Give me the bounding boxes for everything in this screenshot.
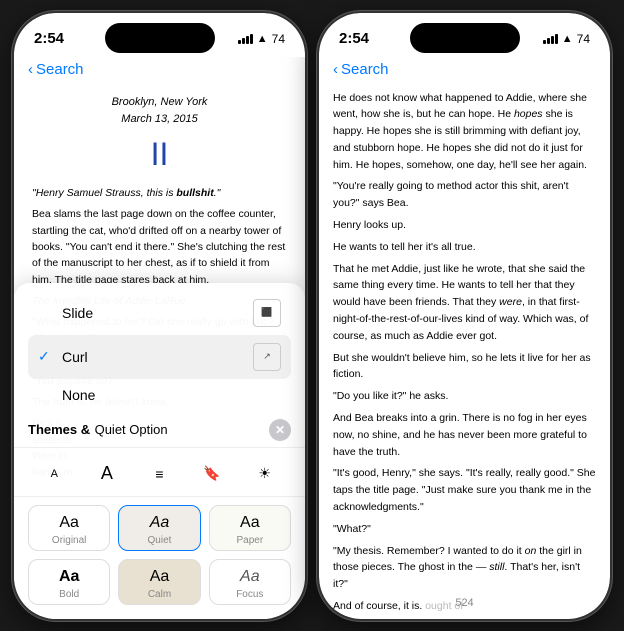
font-increase-button[interactable]: A xyxy=(89,456,125,492)
left-time: 2:54 xyxy=(34,30,64,47)
slide-option-slide[interactable]: Slide ⬛ xyxy=(28,291,291,335)
calm-text: Aa xyxy=(150,568,170,586)
chapter-number: II xyxy=(32,130,287,180)
bold-label: Bold xyxy=(59,589,79,600)
themes-options: Quiet Option xyxy=(95,422,168,437)
right-dynamic-island xyxy=(410,23,520,53)
bar2 xyxy=(242,38,245,44)
dynamic-island xyxy=(105,23,215,53)
r-para-4: He wants to tell her it's all true. xyxy=(333,239,596,256)
theme-tile-focus[interactable]: Aa Focus xyxy=(209,559,291,605)
right-back-label: Search xyxy=(341,61,389,78)
curl-label: Curl xyxy=(62,349,88,365)
quiet-text: Aa xyxy=(150,514,170,532)
r-bar1 xyxy=(543,40,546,44)
r-bar4 xyxy=(555,34,558,44)
r-para-8: And Bea breaks into a grin. There is no … xyxy=(333,410,596,460)
original-text: Aa xyxy=(59,514,79,532)
left-phone-inner: 2:54 ▲ 74 ‹ Search xyxy=(14,13,305,619)
themes-title-group: Themes & Quiet Option xyxy=(28,421,168,439)
slide-label: Slide xyxy=(62,305,93,321)
theme-tile-quiet[interactable]: Aa Quiet xyxy=(118,505,200,551)
left-phone: 2:54 ▲ 74 ‹ Search xyxy=(12,11,307,621)
r-para-1: He does not know what happened to Addie,… xyxy=(333,90,596,174)
left-chevron-icon: ‹ xyxy=(28,61,33,78)
page-number: 524 xyxy=(455,597,473,609)
bookmark-button[interactable]: 🔖 xyxy=(194,456,230,492)
book-para-2: Bea slams the last page down on the coff… xyxy=(32,206,287,287)
theme-tile-bold[interactable]: Aa Bold xyxy=(28,559,110,605)
bottom-overlay: Slide ⬛ ✓ Curl ↗ xyxy=(14,283,305,619)
r-bar2 xyxy=(547,38,550,44)
left-nav-bar: ‹ Search xyxy=(14,57,305,84)
right-nav-bar: ‹ Search xyxy=(319,57,610,84)
bold-text: Aa xyxy=(59,568,79,586)
bar4 xyxy=(250,34,253,44)
left-status-icons: ▲ 74 xyxy=(238,32,285,46)
themes-header: Themes & Quiet Option ✕ xyxy=(14,415,305,443)
book-para-1: "Henry Samuel Strauss, this is bullshit.… xyxy=(32,185,287,201)
r-bar3 xyxy=(551,36,554,44)
slide-option-none[interactable]: None xyxy=(28,379,291,411)
left-battery: 74 xyxy=(272,32,285,46)
slide-option-curl[interactable]: ✓ Curl ↗ xyxy=(28,335,291,379)
right-signal-bars xyxy=(543,34,558,44)
right-battery: 74 xyxy=(577,32,590,46)
book-location: Brooklyn, New York March 13, 2015 xyxy=(32,94,287,128)
text-settings-button[interactable]: ≡ xyxy=(141,456,177,492)
check-curl: ✓ xyxy=(38,348,54,365)
left-back-label: Search xyxy=(36,61,84,78)
r-para-7: "Do you like it?" he asks. xyxy=(333,388,596,405)
r-para-10: "What?" xyxy=(333,521,596,538)
themes-title: Themes & xyxy=(28,422,90,437)
right-phone-inner: 2:54 ▲ 74 ‹ Search xyxy=(319,13,610,619)
r-para-9: "It's good, Henry," she says. "It's real… xyxy=(333,465,596,515)
right-chevron-icon: ‹ xyxy=(333,61,338,78)
right-phone: 2:54 ▲ 74 ‹ Search xyxy=(317,11,612,621)
paper-text: Aa xyxy=(240,514,260,532)
focus-label: Focus xyxy=(236,589,263,600)
right-book-content: He does not know what happened to Addie,… xyxy=(319,84,610,619)
left-book-content: Brooklyn, New York March 13, 2015 II "He… xyxy=(14,84,305,619)
wifi-icon: ▲ xyxy=(257,33,268,45)
right-wifi-icon: ▲ xyxy=(562,33,573,45)
right-back-button[interactable]: ‹ Search xyxy=(333,61,389,78)
paper-label: Paper xyxy=(236,535,263,546)
r-para-6: But she wouldn't believe him, so he lets… xyxy=(333,350,596,384)
slide-options: Slide ⬛ ✓ Curl ↗ xyxy=(14,283,305,415)
slide-icon-img: ⬛ xyxy=(253,299,281,327)
close-button[interactable]: ✕ xyxy=(269,419,291,441)
phones-container: 2:54 ▲ 74 ‹ Search xyxy=(12,11,612,621)
right-time: 2:54 xyxy=(339,30,369,47)
right-status-icons: ▲ 74 xyxy=(543,32,590,46)
theme-tile-original[interactable]: Aa Original xyxy=(28,505,110,551)
focus-text: Aa xyxy=(240,568,260,586)
quiet-label: Quiet xyxy=(148,535,172,546)
r-para-11: "My thesis. Remember? I wanted to do it … xyxy=(333,543,596,593)
original-label: Original xyxy=(52,535,86,546)
theme-tile-paper[interactable]: Aa Paper xyxy=(209,505,291,551)
brightness-button[interactable]: ☀ xyxy=(247,456,283,492)
none-label: None xyxy=(62,387,95,403)
bar3 xyxy=(246,36,249,44)
bar1 xyxy=(238,40,241,44)
r-para-2: "You're really going to method actor thi… xyxy=(333,178,596,212)
calm-label: Calm xyxy=(148,589,171,600)
signal-bars xyxy=(238,34,253,44)
curl-icon-img: ↗ xyxy=(253,343,281,371)
toolbar-row: A A ≡ 🔖 ☀ xyxy=(14,447,305,497)
theme-tiles-grid: Aa Original Aa Quiet Aa Paper Aa xyxy=(14,497,305,609)
left-back-button[interactable]: ‹ Search xyxy=(28,61,84,78)
theme-tile-calm[interactable]: Aa Calm xyxy=(118,559,200,605)
r-para-3: Henry looks up. xyxy=(333,217,596,234)
r-para-5: That he met Addie, just like he wrote, t… xyxy=(333,261,596,345)
font-decrease-button[interactable]: A xyxy=(36,456,72,492)
